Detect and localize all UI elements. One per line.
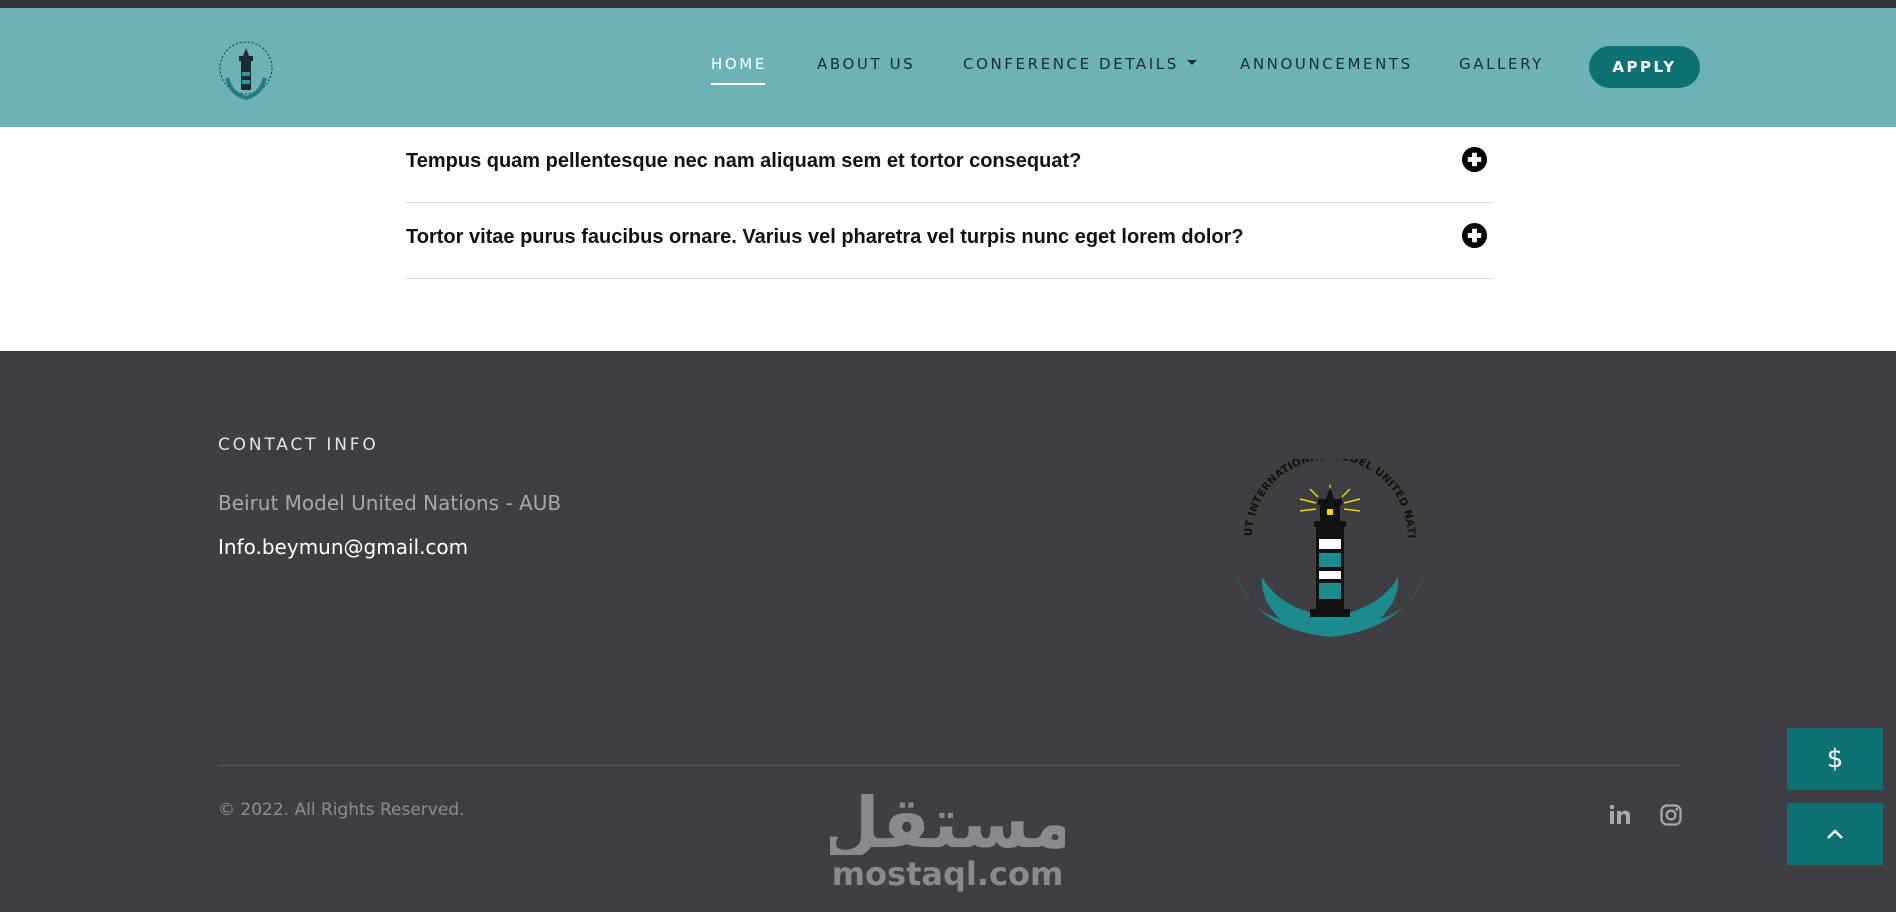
faq-item[interactable]: Tempus quam pellentesque nec nam aliquam…	[406, 127, 1494, 203]
nav-announcements[interactable]: ANNOUNCEMENTS	[1240, 55, 1413, 73]
site-header: HOME ABOUT US CONFERENCE DETAILS ANNOUNC…	[0, 8, 1896, 127]
nav-conference-details[interactable]: CONFERENCE DETAILS	[963, 55, 1197, 73]
nav-gallery[interactable]: GALLERY	[1459, 55, 1544, 73]
donate-dollar-button[interactable]: $	[1787, 728, 1883, 790]
scroll-to-top-button[interactable]	[1787, 803, 1883, 865]
caret-down-icon	[1186, 60, 1197, 65]
watermark: مستقل mostaql.com	[819, 779, 1075, 893]
top-strip	[0, 0, 1896, 8]
footer-logo: BEIRUT INTERNATIONAL MODEL UNITED NATION…	[1230, 459, 1428, 637]
copyright-text: © 2022. All Rights Reserved.	[218, 800, 465, 820]
faq-question: Tempus quam pellentesque nec nam aliquam…	[406, 150, 1082, 172]
watermark-arabic-text: مستقل	[830, 782, 1065, 855]
linkedin-icon[interactable]	[1608, 803, 1632, 827]
nav-conference-details-label: CONFERENCE DETAILS	[963, 55, 1179, 73]
site-footer: CONTACT INFO Beirut Model United Nations…	[0, 351, 1896, 912]
plus-circle-icon[interactable]	[1461, 146, 1488, 173]
chevron-up-icon	[1827, 829, 1843, 839]
nav-about-us[interactable]: ABOUT US	[817, 55, 915, 73]
contact-organization: Beirut Model United Nations - AUB	[218, 491, 562, 515]
nav-home[interactable]: HOME	[711, 55, 767, 85]
watermark-arabic-logo: مستقل	[819, 782, 1075, 864]
apply-button[interactable]: APPLY	[1589, 46, 1700, 88]
watermark-latin-text: mostaql.com	[831, 855, 1064, 893]
faq-item[interactable]: Tortor vitae purus faucibus ornare. Vari…	[406, 203, 1494, 279]
instagram-icon[interactable]	[1659, 803, 1683, 827]
footer-divider	[218, 765, 1681, 766]
contact-email-link[interactable]: Info.beymun@gmail.com	[218, 535, 468, 559]
faq-question: Tortor vitae purus faucibus ornare. Vari…	[406, 226, 1244, 248]
faq-list: Tempus quam pellentesque nec nam aliquam…	[406, 127, 1494, 279]
plus-circle-icon[interactable]	[1461, 222, 1488, 249]
contact-info-title: CONTACT INFO	[218, 435, 379, 455]
